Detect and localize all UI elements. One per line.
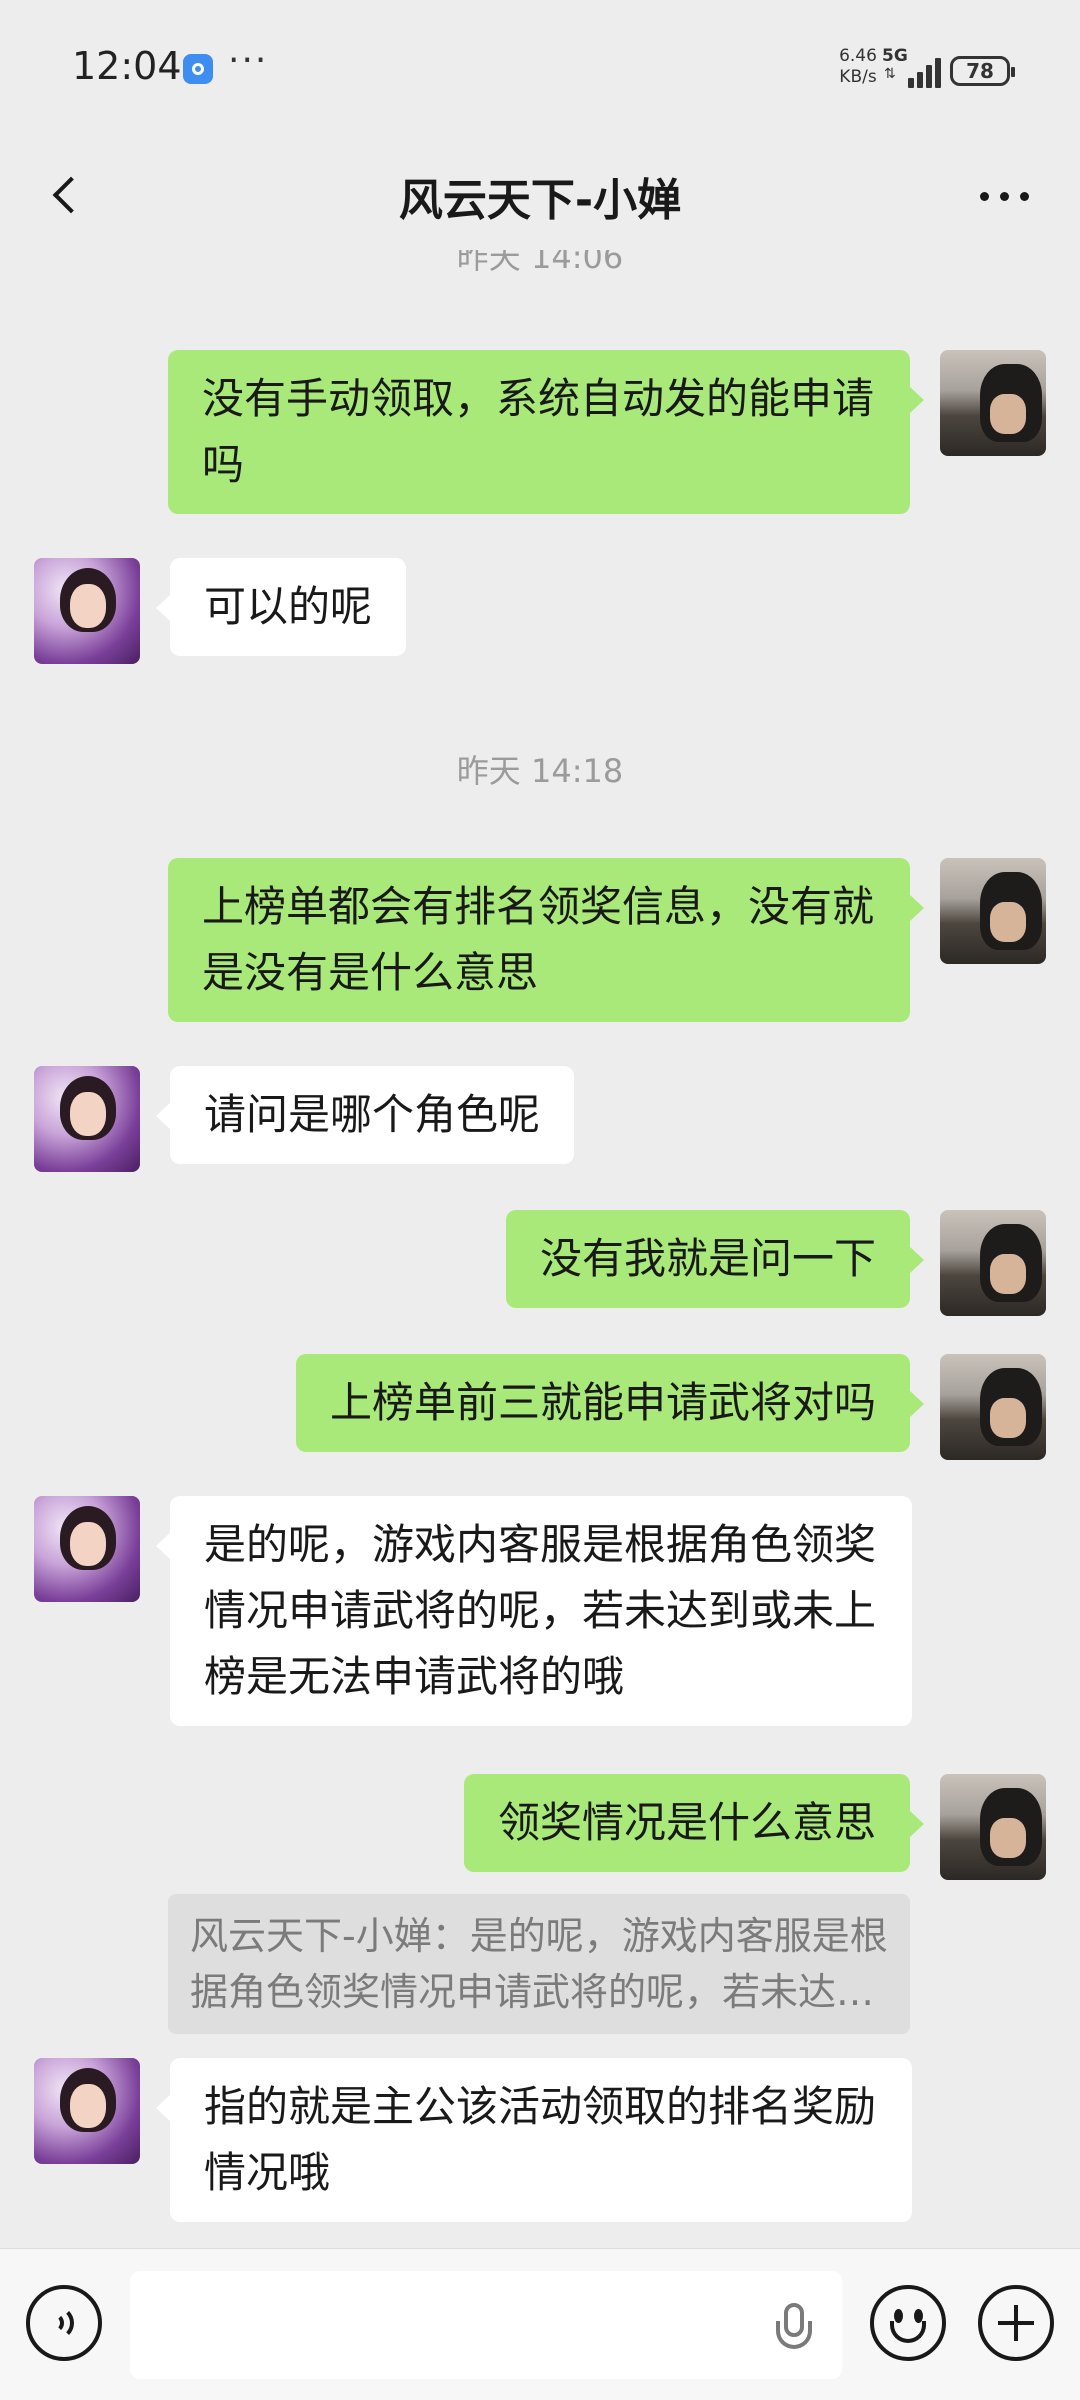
- chat-title: 风云天下-小婵: [398, 175, 682, 226]
- message-bubble-sent[interactable]: 上榜单都会有排名领奖信息，没有就是没有是什么意思: [168, 858, 924, 1022]
- status-more-indicator: ···: [228, 40, 269, 81]
- message-bubble-received[interactable]: 是的呢，游戏内客服是根据角色领奖情况申请武将的呢，若未达到或未上榜是无法申请武将…: [156, 1496, 912, 1726]
- more-options-icon[interactable]: [970, 164, 1040, 224]
- voice-input-icon[interactable]: [26, 2285, 102, 2361]
- microphone-icon[interactable]: [774, 2303, 814, 2363]
- emoji-icon[interactable]: [870, 2285, 946, 2361]
- data-arrows-icon: ⇅: [884, 66, 896, 82]
- battery-icon: 78: [950, 56, 1015, 86]
- signal-icon: [900, 56, 941, 88]
- self-avatar[interactable]: [940, 1210, 1046, 1316]
- message-bubble-sent[interactable]: 没有我就是问一下: [505, 1210, 925, 1308]
- message-input[interactable]: [130, 2271, 842, 2379]
- message-bubble-sent[interactable]: 没有手动领取，系统自动发的能申请吗: [168, 350, 924, 514]
- status-time: 12:04: [72, 44, 182, 88]
- chat-header: 风云天下-小婵: [0, 140, 1080, 250]
- message-bubble-sent[interactable]: 领奖情况是什么意思: [463, 1774, 925, 1872]
- notification-app-icon: [183, 54, 213, 84]
- self-avatar[interactable]: [940, 1774, 1046, 1880]
- self-avatar[interactable]: [940, 350, 1046, 456]
- quoted-message[interactable]: 风云天下-小婵：是的呢，游戏内客服是根据角色领奖情况申请武将的呢，若未达…: [168, 1894, 910, 2034]
- contact-avatar[interactable]: [34, 1066, 140, 1172]
- contact-avatar[interactable]: [34, 2058, 140, 2164]
- message-bubble-sent[interactable]: 上榜单前三就能申请武将对吗: [295, 1354, 925, 1452]
- input-bar: [0, 2248, 1080, 2400]
- network-speed: 6.46 KB/s: [836, 46, 880, 88]
- timestamp: 昨天 14:18: [456, 752, 624, 790]
- self-avatar[interactable]: [940, 1354, 1046, 1460]
- contact-avatar[interactable]: [34, 558, 140, 664]
- status-bar: 12:04 ··· 6.46 KB/s 5G ⇅ 78: [0, 0, 1080, 140]
- network-speed-value: 6.46: [839, 46, 877, 66]
- self-avatar[interactable]: [940, 858, 1046, 964]
- contact-avatar[interactable]: [34, 1496, 140, 1602]
- add-more-icon[interactable]: [978, 2285, 1054, 2361]
- network-speed-unit: KB/s: [839, 67, 877, 87]
- timestamp: 昨天 14:06: [456, 250, 624, 276]
- message-bubble-received[interactable]: 指的就是主公该活动领取的排名奖励情况哦: [156, 2058, 912, 2222]
- chat-message-list[interactable]: 昨天 14:06 没有手动领取，系统自动发的能申请吗 可以的呢 昨天 14:18…: [0, 250, 1080, 2248]
- message-bubble-received[interactable]: 请问是哪个角色呢: [155, 1066, 575, 1164]
- message-bubble-received[interactable]: 可以的呢: [155, 558, 407, 656]
